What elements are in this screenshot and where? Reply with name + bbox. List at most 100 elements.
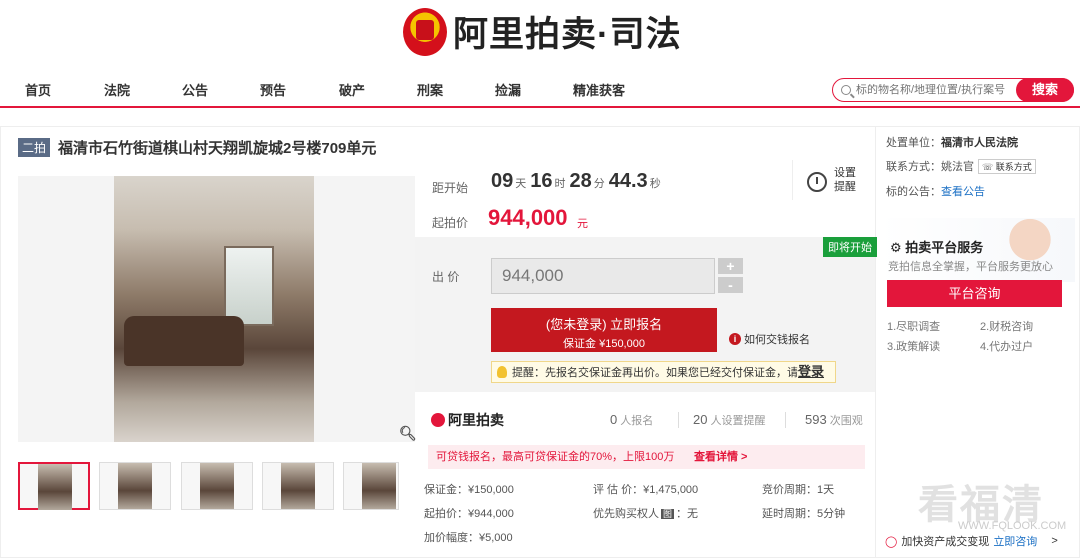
chevron-right-icon: >: [1051, 535, 1058, 547]
increment-detail: 加价幅度：¥5,000: [424, 532, 513, 544]
lightbulb-icon: [497, 366, 507, 378]
service-item[interactable]: 3.政策解读: [887, 338, 940, 354]
nav-item-home[interactable]: 首页: [25, 80, 51, 99]
search-button[interactable]: 搜索: [1016, 78, 1074, 102]
unit-label: 处置单位：: [886, 137, 941, 149]
search-bar: 搜索: [832, 78, 1074, 102]
photo-sofa: [124, 316, 244, 366]
thumbnail[interactable]: [343, 462, 399, 510]
service-item[interactable]: 2.财税咨询: [980, 318, 1033, 334]
nav-item-notice[interactable]: 公告: [182, 80, 208, 99]
unit: 秒: [649, 178, 661, 190]
appraisal-detail: 评 估 价：¥1,475,000: [593, 484, 699, 496]
contact-button[interactable]: ☏ 联系方式: [978, 159, 1036, 174]
how-to-pay-text: 如何交钱报名: [744, 334, 810, 346]
countdown-label: 距开始: [432, 181, 469, 195]
priority-detail: 优先购买权人图：无: [593, 505, 698, 521]
unit: 时: [554, 178, 566, 190]
view-count-unit: 次围观: [829, 415, 863, 427]
contact-label: 联系方式：: [886, 161, 941, 173]
service-title: ⚙ 拍卖平台服务: [890, 240, 984, 255]
main-photo[interactable]: [18, 176, 415, 442]
set-reminder-button[interactable]: 设置提醒: [792, 160, 872, 200]
nav-item-bargain[interactable]: 捡漏: [495, 80, 521, 99]
start-price-unit: 元: [577, 218, 588, 230]
photo-window: [224, 246, 274, 326]
unit-row: 处置单位：福清市人民法院: [886, 134, 1018, 150]
consult-now-link[interactable]: 立即咨询: [993, 533, 1037, 549]
search-input[interactable]: [856, 84, 1011, 96]
nav-item-precise[interactable]: 精准获客: [573, 80, 625, 99]
platform-consult-button[interactable]: 平台咨询: [887, 280, 1062, 307]
priority-label: 优先购买权人: [593, 508, 659, 520]
priority-help-icon[interactable]: 图: [661, 509, 675, 519]
watermark-url: WWW.FQLOOK.COM: [958, 520, 1067, 532]
service-item[interactable]: 4.代办过户: [980, 338, 1033, 354]
view-count: 593 次围观: [805, 412, 863, 428]
starting-soon-badge: 即将开始: [823, 237, 877, 257]
signup-deposit: 保证金 ¥150,000: [563, 338, 645, 350]
reminder-label: 设置提醒: [834, 167, 856, 193]
service-title-text: 拍卖平台服务: [905, 240, 984, 255]
logo-text: 阿里拍卖·司法: [453, 15, 682, 54]
signup-label: (您未登录) 立即报名: [545, 317, 663, 332]
thumbnail[interactable]: [18, 462, 90, 510]
court-emblem-icon: [403, 7, 447, 56]
notice-label: 标的公告：: [886, 186, 941, 198]
view-notice-link[interactable]: 查看公告: [941, 186, 985, 198]
ali-auction-brand: 阿里拍卖: [431, 410, 504, 430]
asset-consult-text: 加快资产成交变现: [901, 536, 990, 548]
reminder-count: 20 人设置提醒: [693, 412, 765, 428]
how-to-pay-link[interactable]: i 如何交钱报名: [729, 331, 810, 347]
start-price-detail: 起拍价：¥944,000: [424, 508, 514, 520]
signup-count-unit: 人报名: [620, 415, 654, 427]
increase-bid-button[interactable]: +: [718, 258, 743, 274]
asset-icon: ◯: [885, 535, 898, 548]
search-icon: [841, 85, 851, 95]
thumbnail[interactable]: [181, 462, 253, 510]
reminder-count-unit: 人设置提醒: [710, 415, 766, 427]
decrease-bid-button[interactable]: -: [718, 277, 743, 293]
zoom-icon[interactable]: 🔍︎: [399, 425, 417, 442]
nav-item-bankruptcy[interactable]: 破产: [339, 80, 365, 99]
round-badge: 二拍: [18, 138, 51, 157]
bid-label: 出 价: [432, 270, 460, 284]
loan-promo-banner: 可贷钱报名，最高可贷保证金的70%，上限100万 查看详情 >: [428, 445, 865, 469]
alarm-clock-icon: [807, 172, 827, 192]
notice-row: 标的公告：查看公告: [886, 183, 985, 199]
countdown-seconds: 44.3: [608, 170, 648, 192]
signup-count-value: 0: [610, 412, 618, 427]
nav-item-criminal[interactable]: 刑案: [417, 80, 443, 99]
info-icon: i: [729, 333, 741, 345]
nav-item-court[interactable]: 法院: [104, 80, 130, 99]
tip-text: 提醒：先报名交保证金再出价。如果您已经交付保证金，请: [512, 367, 798, 379]
reminder-count-value: 20: [693, 412, 708, 427]
divider: [785, 412, 786, 428]
bid-amount-input[interactable]: 944,000: [491, 258, 715, 294]
countdown-hours: 16: [530, 170, 553, 192]
service-item[interactable]: 1.尽职调查: [887, 318, 940, 334]
signup-count: 0 人报名: [610, 412, 653, 428]
thumbnail[interactable]: [99, 462, 171, 510]
deposit-detail: 保证金：¥150,000: [424, 484, 514, 496]
tip-banner: 提醒：先报名交保证金再出价。如果您已经交付保证金，请登录: [491, 361, 836, 383]
unit: 天: [515, 178, 527, 190]
nav-item-preview[interactable]: 预告: [260, 80, 286, 99]
delay-detail: 延时周期：5分钟: [762, 508, 846, 520]
ali-auction-logo-icon: [431, 413, 445, 427]
view-details-link[interactable]: 查看详情 >: [694, 445, 747, 469]
service-subtitle: 竞拍信息全掌握，平台服务更放心: [888, 261, 1053, 273]
priority-value: ：无: [676, 508, 699, 520]
login-link[interactable]: 登录: [798, 364, 824, 379]
start-price-label: 起拍价: [432, 216, 469, 230]
site-logo[interactable]: 阿里拍卖·司法: [403, 6, 682, 57]
divider: [678, 412, 679, 428]
cycle-detail: 竞价周期：1天: [762, 484, 835, 496]
asset-consult-bar[interactable]: ◯ 加快资产成交变现 立即咨询 >: [885, 533, 1058, 549]
start-price-value: 944,000: [488, 205, 568, 230]
contact-row: 联系方式：姚法官 ☏ 联系方式: [886, 158, 1036, 174]
thumbnail[interactable]: [262, 462, 334, 510]
loan-promo-text: 可贷钱报名，最高可贷保证金的70%，上限100万: [436, 451, 675, 463]
signup-button[interactable]: (您未登录) 立即报名 保证金 ¥150,000: [491, 308, 717, 352]
unit: 分: [593, 178, 605, 190]
